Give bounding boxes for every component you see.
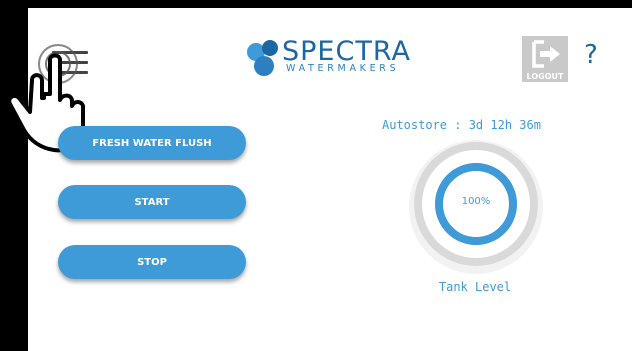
- tank-level-label: Tank Level: [438, 280, 512, 294]
- tank-level-value: 100%: [461, 196, 491, 207]
- help-button[interactable]: ?: [584, 40, 598, 70]
- logout-button[interactable]: LOGOUT: [522, 36, 568, 82]
- stop-button[interactable]: STOP: [58, 245, 246, 279]
- spectra-logo: SPECTRA WATERMAKERS: [244, 36, 422, 78]
- brand-tagline: WATERMAKERS: [286, 63, 400, 74]
- autostore-status: Autostore : 3d 12h 36m: [382, 118, 541, 132]
- spectra-logo-mark: [247, 40, 278, 76]
- start-button[interactable]: START: [58, 185, 246, 219]
- tank-gauge-svg: [409, 140, 543, 274]
- tank-level-gauge: 100%: [406, 140, 546, 280]
- logout-label: LOGOUT: [526, 72, 564, 81]
- fresh-water-flush-button[interactable]: FRESH WATER FLUSH: [58, 126, 246, 160]
- logout-icon: [532, 40, 560, 68]
